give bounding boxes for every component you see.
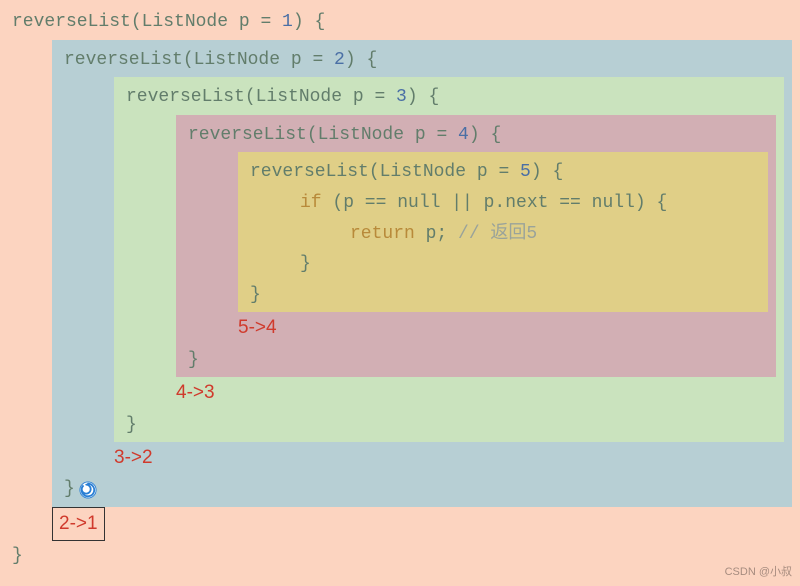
close-brace-0: }	[12, 541, 792, 572]
sig-end: ) {	[531, 162, 563, 182]
sig-end: ) {	[293, 12, 325, 32]
signature-line-0: reverseList(ListNode p = 1) {	[12, 7, 792, 38]
watermark: CSDN @小叔	[725, 563, 792, 582]
recursion-level-2: reverseList(ListNode p = 3) { reverseLis…	[114, 77, 784, 442]
signature-line-2: reverseList(ListNode p = 3) {	[126, 82, 776, 113]
recursion-level-0: reverseList(ListNode p = 1) { reverseLis…	[0, 2, 800, 574]
result-2-1-row: 2->1	[12, 507, 792, 541]
num-literal: 1	[282, 12, 293, 32]
sig-end: ) {	[407, 87, 439, 107]
sig-text: reverseList(ListNode p =	[188, 125, 458, 145]
sig-text: reverseList(ListNode p =	[250, 162, 520, 182]
signature-line-3: reverseList(ListNode p = 4) {	[188, 120, 768, 151]
num-literal: 2	[334, 50, 345, 70]
close-brace-2: }	[126, 410, 776, 441]
return-line: return p; // 返回5	[350, 219, 760, 250]
if-keyword: if	[300, 193, 332, 213]
sig-text: reverseList(ListNode p =	[12, 12, 282, 32]
result-4-3: 4->3	[176, 377, 776, 409]
num-literal: 4	[458, 125, 469, 145]
brace-char: }	[64, 479, 75, 499]
result-2-1-boxed: 2->1	[52, 507, 105, 541]
close-brace-3: }	[188, 345, 768, 376]
num-literal: 5	[520, 162, 531, 182]
signature-line-4: reverseList(ListNode p = 5) {	[250, 157, 760, 188]
close-brace-1: }	[64, 474, 784, 505]
recursion-level-3: reverseList(ListNode p = 4) { reverseLis…	[176, 115, 776, 377]
signature-line-1: reverseList(ListNode p = 2) {	[64, 45, 784, 76]
if-condition: (p == null || p.next == null) {	[332, 193, 667, 213]
if-line: if (p == null || p.next == null) {	[300, 188, 760, 219]
result-3-2: 3->2	[114, 442, 784, 474]
sig-text: reverseList(ListNode p =	[126, 87, 396, 107]
return-var: p;	[426, 224, 458, 244]
spiral-icon	[79, 480, 97, 498]
sig-text: reverseList(ListNode p =	[64, 50, 334, 70]
sig-end: ) {	[469, 125, 501, 145]
if-close-brace: }	[300, 249, 760, 280]
result-5-4: 5->4	[238, 312, 768, 344]
recursion-level-4: reverseList(ListNode p = 5) { if (p == n…	[238, 152, 768, 312]
return-keyword: return	[350, 224, 426, 244]
recursion-level-1: reverseList(ListNode p = 2) { reverseLis…	[52, 40, 792, 507]
num-literal: 3	[396, 87, 407, 107]
comment-text: // 返回5	[458, 224, 537, 244]
close-brace-4: }	[250, 280, 760, 311]
sig-end: ) {	[345, 50, 377, 70]
